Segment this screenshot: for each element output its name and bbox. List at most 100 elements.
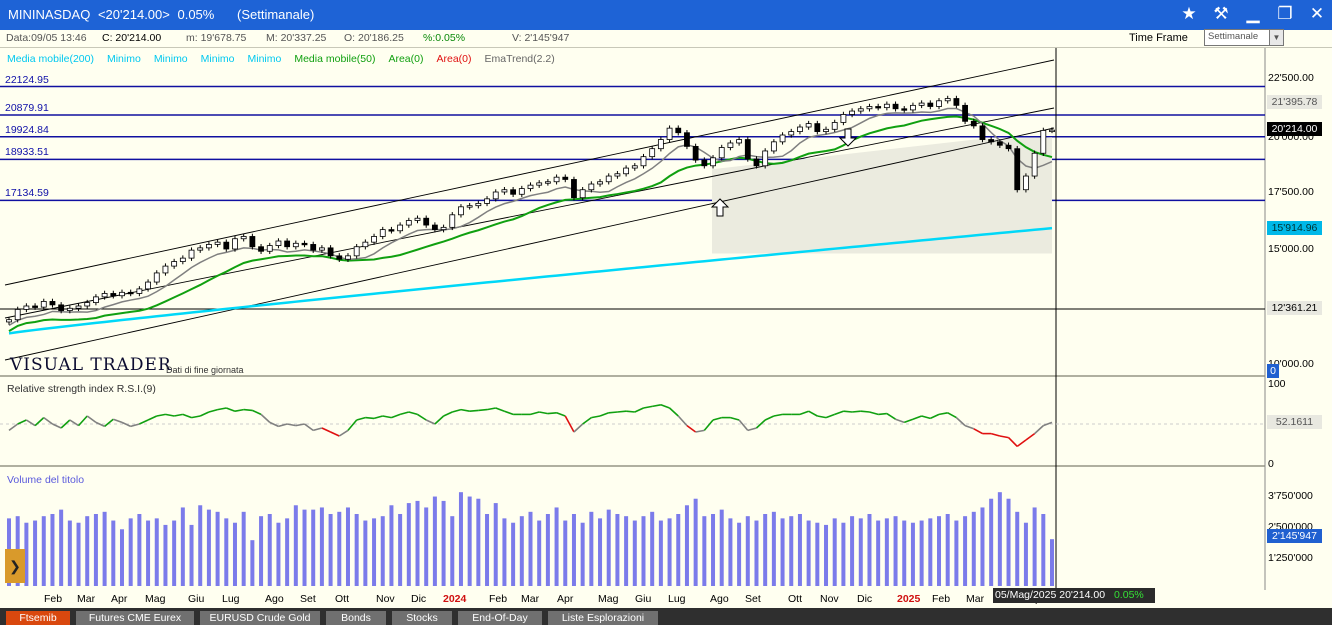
tab-bonds[interactable]: Bonds xyxy=(326,611,386,625)
ema-trend-value-box: 21'395.78 xyxy=(1267,95,1322,109)
rsi-segment xyxy=(104,418,114,428)
chevron-right-icon[interactable]: ❯ xyxy=(9,558,21,574)
volume-bar xyxy=(806,520,811,586)
candle-body xyxy=(214,241,221,245)
rsi-segment xyxy=(712,416,722,421)
rsi-segment xyxy=(608,411,618,414)
candle-body xyxy=(692,145,699,161)
rsi-tick-label: 0 xyxy=(1268,458,1274,470)
rsi-segment xyxy=(304,423,314,432)
cursor-pct: 0.05% xyxy=(1113,589,1144,601)
volume-bar xyxy=(963,516,968,586)
panel-toggle-button[interactable]: ❯ xyxy=(5,549,25,583)
volume-bar xyxy=(650,511,655,586)
volume-bar xyxy=(163,524,168,586)
candle-body xyxy=(58,304,65,311)
rsi-tick-label: 100 xyxy=(1268,378,1286,390)
volume-bar xyxy=(684,505,689,586)
rsi-segment xyxy=(730,416,740,421)
candle-body xyxy=(32,305,38,308)
rsi-segment xyxy=(878,412,887,416)
rsi-segment xyxy=(391,413,401,419)
volume-bar xyxy=(615,514,620,586)
volume-bar xyxy=(119,529,124,586)
volume-tick-label: 1'250'000 xyxy=(1268,552,1313,564)
candle-body xyxy=(110,293,117,297)
volume-bar xyxy=(815,522,820,586)
volume-tick-label: 3'750'000 xyxy=(1268,490,1313,502)
x-tick-label: Ott xyxy=(335,593,350,605)
crosshair-price-box: 12'361.21 xyxy=(1267,301,1322,315)
volume-bar xyxy=(319,507,324,586)
volume-bar xyxy=(372,518,377,586)
volume-bar xyxy=(910,522,915,586)
x-tick-label: 2024 xyxy=(443,593,467,605)
candle-body xyxy=(988,139,995,143)
tab-end-of-day[interactable]: End-Of-Day xyxy=(458,611,542,625)
rsi-segment xyxy=(43,416,53,425)
volume-bar xyxy=(476,498,481,586)
volume-bar xyxy=(311,509,316,586)
x-tick-label: Mar xyxy=(521,593,540,605)
candle-body xyxy=(953,98,960,106)
volume-bar xyxy=(398,514,403,586)
candle-body xyxy=(1023,175,1029,191)
volume-bar xyxy=(606,509,611,586)
candle-body xyxy=(797,126,803,132)
candle-body xyxy=(188,249,195,259)
rsi-segment xyxy=(417,413,427,421)
rsi-segment xyxy=(460,408,470,412)
x-tick-label: 2025 xyxy=(897,593,921,605)
volume-bar xyxy=(989,498,994,586)
rsi-segment xyxy=(425,419,436,425)
candle-body xyxy=(814,123,821,132)
x-tick-label: Ago xyxy=(265,593,284,605)
candle-body xyxy=(431,224,438,231)
tab-stocks[interactable]: Stocks xyxy=(392,611,452,625)
volume-bar xyxy=(789,516,794,586)
tab-eurusd-crude-gold[interactable]: EURUSD Crude Gold xyxy=(200,611,320,625)
tab-ftsemib[interactable]: Ftsemib xyxy=(6,611,70,625)
volume-bar xyxy=(485,514,490,586)
candle-body xyxy=(318,247,325,251)
volume-bar xyxy=(154,518,159,586)
volume-bar xyxy=(354,514,359,586)
candle-body xyxy=(66,307,73,311)
rsi-segment xyxy=(1034,425,1044,435)
rsi-segment xyxy=(295,423,305,427)
candle-body xyxy=(492,191,499,200)
volume-value-box: 2'145'947 xyxy=(1267,529,1322,543)
candle-body xyxy=(901,108,908,111)
candle-body xyxy=(153,272,160,283)
volume-bar xyxy=(276,522,281,586)
level-label: 22124.95 xyxy=(5,73,49,86)
volume-bar xyxy=(328,514,333,586)
x-tick-label: Dic xyxy=(411,593,427,605)
volume-bar xyxy=(389,505,394,586)
volume-bar xyxy=(554,507,559,586)
chart-canvas[interactable] xyxy=(0,0,1332,625)
rsi-segment xyxy=(330,431,340,437)
volume-bar xyxy=(711,514,716,586)
candle-body xyxy=(527,184,534,189)
rsi-segment xyxy=(799,410,809,416)
candle-body xyxy=(310,244,317,251)
candle-body xyxy=(466,205,473,208)
rsi-segment xyxy=(990,432,1001,437)
tab-futures-cme-eurex[interactable]: Futures CME Eurex xyxy=(76,611,194,625)
candle-body xyxy=(397,224,404,232)
x-tick-label: Giu xyxy=(188,593,205,605)
volume-bar xyxy=(424,507,429,586)
volume-bar xyxy=(415,500,420,586)
level-label: 20879.91 xyxy=(5,101,49,114)
volume-bar xyxy=(206,509,211,586)
candle-body xyxy=(536,182,543,186)
volume-bar xyxy=(928,518,933,586)
candle-body xyxy=(649,148,656,158)
rsi-segment xyxy=(365,416,375,420)
candle-body xyxy=(623,167,630,175)
tab-liste-esplorazioni[interactable]: Liste Esplorazioni xyxy=(548,611,658,625)
volume-bar xyxy=(406,503,411,586)
rsi-segment xyxy=(321,427,331,433)
candle-body xyxy=(701,159,708,167)
